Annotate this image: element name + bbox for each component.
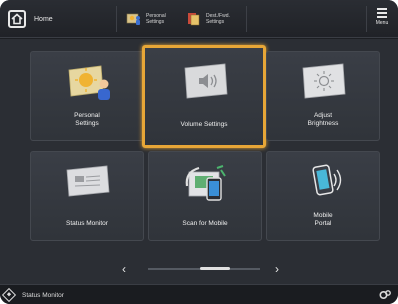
status-monitor-icon <box>1 287 17 303</box>
status-monitor-label: Status Monitor <box>22 291 64 299</box>
tile-adjust-brightness[interactable]: Adjust Brightness <box>266 51 380 141</box>
next-page-button[interactable]: › <box>275 262 279 276</box>
menu-button[interactable]: Menu <box>370 6 394 34</box>
personal-settings-icon <box>63 62 113 102</box>
chevron-right-icon: › <box>275 262 279 276</box>
scan-for-mobile-icon <box>181 162 231 202</box>
previous-page-button[interactable]: ‹ <box>122 262 126 276</box>
tile-label: Mobile Portal <box>313 212 333 227</box>
tile-personal-settings[interactable]: Personal Settings <box>30 51 144 141</box>
tile-label: Adjust Brightness <box>307 112 339 127</box>
status-monitor-button[interactable]: Status Monitor <box>1 287 64 303</box>
divider <box>246 6 247 32</box>
tile-label: Scan for Mobile <box>182 220 228 227</box>
shortcut-personal-settings[interactable]: Personal Settings <box>126 6 178 32</box>
mobile-portal-icon <box>299 162 349 202</box>
menu-label: Menu <box>375 20 389 26</box>
shortcut-label: Dest./Fwd. Settings <box>206 13 230 25</box>
divider <box>116 6 117 32</box>
brightness-icon <box>299 62 349 102</box>
tile-mobile-portal[interactable]: Mobile Portal <box>266 151 380 241</box>
chevron-left-icon: ‹ <box>122 262 126 276</box>
main-area: Personal Settings Volume Settings Adjust… <box>0 39 398 284</box>
status-monitor-icon <box>63 162 113 202</box>
status-bar: Status Monitor <box>0 284 398 304</box>
settings-button[interactable] <box>378 288 392 302</box>
tile-volume-settings[interactable]: Volume Settings <box>142 45 266 148</box>
tile-label: Volume Settings <box>180 121 228 128</box>
divider <box>366 6 367 32</box>
home-icon <box>8 10 26 28</box>
home-label: Home <box>34 15 53 23</box>
device-screen: Home Personal Settings Dest./Fwd. Settin… <box>0 0 398 304</box>
shortcut-dest-fwd-settings[interactable]: Dest./Fwd. Settings <box>186 6 238 32</box>
tile-status-monitor[interactable]: Status Monitor <box>30 151 144 241</box>
page-scrollbar-thumb[interactable] <box>200 267 230 270</box>
menu-icon <box>377 8 387 18</box>
top-bar: Home Personal Settings Dest./Fwd. Settin… <box>0 0 398 38</box>
personal-settings-icon <box>126 12 142 26</box>
tile-scan-for-mobile[interactable]: Scan for Mobile <box>148 151 262 241</box>
shortcut-label: Personal Settings <box>146 13 166 25</box>
volume-settings-icon <box>181 62 231 102</box>
destination-forward-settings-icon <box>186 12 202 26</box>
settings-gear-icon <box>379 290 391 300</box>
tile-label: Personal Settings <box>74 112 100 127</box>
home-button[interactable]: Home <box>4 6 94 32</box>
tile-label: Status Monitor <box>66 220 108 227</box>
